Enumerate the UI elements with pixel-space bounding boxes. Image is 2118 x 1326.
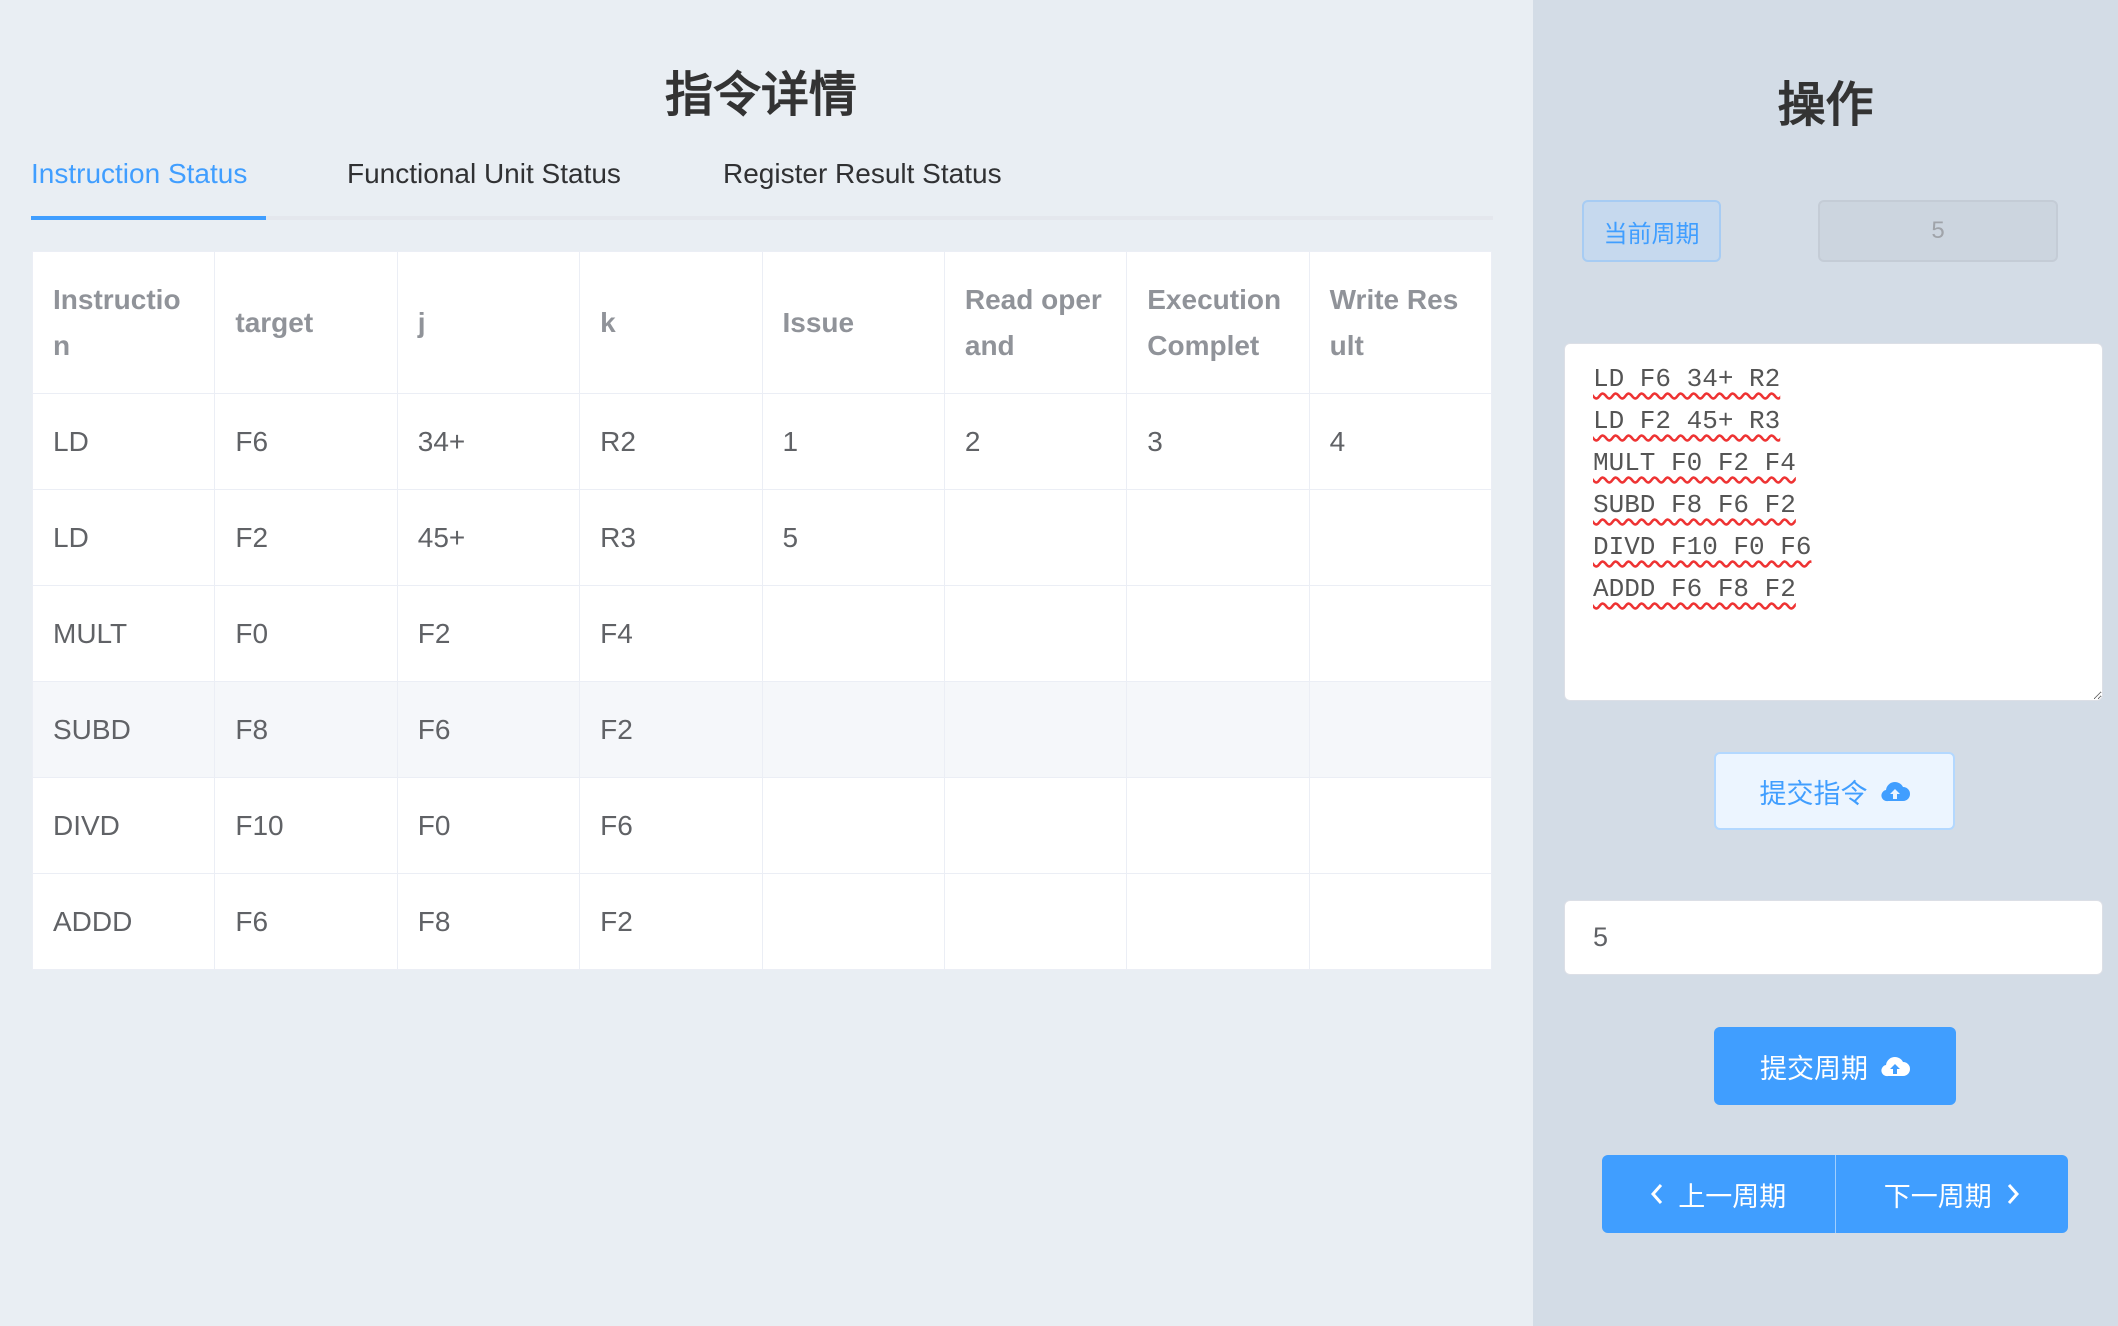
table-row: LD F6 34+ R2 1 2 3 4 (31, 393, 1493, 490)
table-cell: 4 (1308, 393, 1493, 490)
table-cell: F6 (214, 393, 398, 490)
cloud-upload-icon (1880, 782, 1910, 802)
column-header: Issue (761, 251, 945, 394)
table-cell: LD (31, 393, 216, 490)
table-cell: F6 (214, 873, 398, 970)
table-cell (943, 681, 1128, 778)
tab-instruction-status[interactable]: Instruction Status (31, 158, 247, 190)
table-cell (1126, 681, 1310, 778)
table-row: ADDD F6 F8 F2 (31, 873, 1493, 970)
next-cycle-label: 下一周期 (1883, 1181, 1992, 1212)
table-cell: R3 (579, 489, 763, 586)
table-cell (1308, 585, 1493, 682)
instructions-textarea[interactable]: LD F6 34+ R2 LD F2 45+ R3 MULT F0 F2 F4 … (1564, 343, 2103, 701)
table-cell: F6 (396, 681, 581, 778)
table-cell: ADDD (31, 873, 216, 970)
status-tabs: Instruction Status Functional Unit Statu… (31, 150, 1493, 220)
chevron-right-icon (2007, 1184, 2019, 1204)
table-row: LD F2 45+ R3 5 (31, 489, 1493, 586)
table-cell (943, 777, 1128, 874)
table-cell (1308, 489, 1493, 586)
active-tab-indicator (31, 216, 266, 220)
table-cell: R2 (579, 393, 763, 490)
table-cell: F2 (579, 873, 763, 970)
table-cell: F2 (214, 489, 398, 586)
column-header: Execution Complet (1126, 251, 1310, 394)
submit-instructions-button[interactable]: 提交指令 (1714, 752, 1955, 830)
table-cell (761, 777, 945, 874)
instruction-detail-panel: 指令详情 Instruction Status Functional Unit … (0, 0, 1533, 1326)
prev-cycle-label: 上一周期 (1678, 1181, 1787, 1212)
next-cycle-button[interactable]: 下一周期 (1835, 1155, 2068, 1233)
column-header: Write Result (1308, 251, 1493, 394)
table-cell: F0 (214, 585, 398, 682)
column-header: k (579, 251, 763, 394)
submit-cycle-button[interactable]: 提交周期 (1714, 1027, 1956, 1105)
table-cell (943, 873, 1128, 970)
table-cell: F10 (214, 777, 398, 874)
column-header: target (214, 251, 398, 394)
table-cell (1126, 873, 1310, 970)
table-cell (761, 681, 945, 778)
table-cell: 1 (761, 393, 945, 490)
tab-register-result-status[interactable]: Register Result Status (723, 158, 1002, 190)
page-title: 指令详情 (664, 69, 857, 122)
prev-cycle-button[interactable]: 上一周期 (1602, 1155, 1836, 1233)
table-cell (1308, 873, 1493, 970)
table-cell: 34+ (396, 393, 581, 490)
chevron-left-icon (1651, 1184, 1663, 1204)
table-row: MULT F0 F2 F4 (31, 585, 1493, 682)
table-cell (1126, 777, 1310, 874)
current-cycle-value: 5 (1818, 200, 2058, 262)
table-cell: F8 (214, 681, 398, 778)
table-cell (761, 873, 945, 970)
table-cell (943, 585, 1128, 682)
cloud-upload-icon (1881, 1057, 1910, 1077)
table-cell (761, 585, 945, 682)
table-cell: 45+ (396, 489, 581, 586)
table-cell: 5 (761, 489, 945, 586)
table-cell (1126, 585, 1310, 682)
table-cell: F4 (579, 585, 763, 682)
table-cell: DIVD (31, 777, 216, 874)
table-cell (1308, 777, 1493, 874)
table-cell: LD (31, 489, 216, 586)
table-cell: 2 (943, 393, 1128, 490)
table-cell: F0 (396, 777, 581, 874)
column-header: Read operand (943, 251, 1128, 394)
table-cell (943, 489, 1128, 586)
table-cell: SUBD (31, 681, 216, 778)
table-cell: F2 (396, 585, 581, 682)
operation-panel: 操作 当前周期 5 LD F6 34+ R2 LD F2 45+ R3 MULT… (1533, 0, 2118, 1326)
table-cell (1126, 489, 1310, 586)
table-row: SUBD F8 F6 F2 (31, 681, 1493, 778)
table-cell: 3 (1126, 393, 1310, 490)
submit-cycle-label: 提交周期 (1760, 1053, 1868, 1084)
table-cell: F2 (579, 681, 763, 778)
column-header: j (396, 251, 581, 394)
table-cell: F6 (579, 777, 763, 874)
cycle-input[interactable] (1564, 900, 2103, 975)
submit-instructions-label: 提交指令 (1759, 778, 1868, 809)
operation-title: 操作 (1777, 79, 1874, 132)
instruction-status-table: Instruction target j k Issue Read operand Exec… (31, 251, 1493, 970)
table-row: DIVD F10 F0 F6 (31, 777, 1493, 874)
tab-functional-unit-status[interactable]: Functional Unit Status (347, 158, 621, 190)
table-cell: MULT (31, 585, 216, 682)
cycle-navigation-group: 上一周期 下一周期 (1602, 1155, 2068, 1233)
table-cell: F8 (396, 873, 581, 970)
table-cell (1308, 681, 1493, 778)
column-header: Instruction (31, 251, 216, 394)
current-cycle-label-button[interactable]: 当前周期 (1582, 200, 1721, 262)
